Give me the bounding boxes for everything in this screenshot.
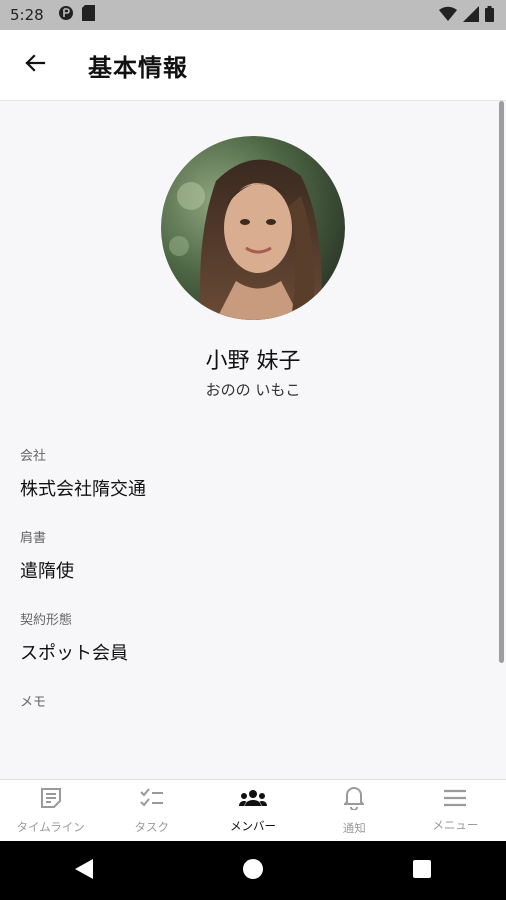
avatar: [161, 136, 345, 320]
checklist-icon: [140, 787, 164, 813]
group-icon: [239, 788, 267, 812]
triangle-back-icon: [74, 858, 94, 884]
cellular-signal-icon: [463, 6, 479, 26]
contract-type-label: 契約形態: [20, 613, 73, 628]
arrow-left-icon: [23, 51, 47, 79]
app-notification-icon: [58, 5, 74, 25]
member-name: 小野 妹子: [205, 349, 301, 374]
company-value: 株式会社隋交通: [20, 479, 146, 500]
status-time: 5:28: [10, 6, 44, 24]
nav-item-timeline[interactable]: タイムライン: [0, 780, 101, 842]
nav-label-notifications: 通知: [342, 821, 366, 835]
company-label: 会社: [20, 449, 47, 464]
title-label: 肩書: [20, 531, 47, 546]
system-back-button[interactable]: [64, 851, 104, 891]
nav-item-members[interactable]: メンバー: [202, 780, 303, 842]
status-bar: 5:28: [0, 0, 506, 30]
system-nav-bar: [0, 841, 506, 900]
nav-label-menu: メニュー: [432, 818, 479, 832]
scrollbar[interactable]: [499, 101, 504, 663]
contract-type-value: スポット会員: [20, 643, 128, 664]
member-name-kana: おのの いもこ: [205, 381, 301, 399]
system-home-button[interactable]: [233, 851, 273, 891]
nav-item-notifications[interactable]: 通知: [304, 780, 405, 842]
sd-card-icon: [81, 5, 95, 25]
circle-home-icon: [242, 858, 264, 884]
app-bar: 基本情報: [0, 30, 506, 101]
title-value: 遣隋使: [20, 561, 74, 582]
square-recents-icon: [412, 859, 432, 883]
nav-item-tasks[interactable]: タスク: [101, 780, 202, 842]
page-title: 基本情報: [88, 53, 188, 82]
nav-label-timeline: タイムライン: [16, 820, 85, 834]
menu-icon: [443, 789, 467, 811]
nav-label-tasks: タスク: [134, 820, 170, 834]
battery-icon: [485, 6, 494, 26]
wifi-icon: [439, 6, 457, 26]
profile-content[interactable]: 小野 妹子 おのの いもこ 会社 株式会社隋交通 肩書 遣隋使 契約形態 スポッ…: [0, 101, 506, 779]
nav-label-members: メンバー: [230, 819, 276, 833]
note-icon: [40, 787, 62, 813]
memo-label: メモ: [20, 695, 47, 710]
bottom-nav: タイムライン タスク メンバー 通知 メニュー: [0, 779, 506, 842]
bell-icon: [342, 786, 366, 814]
back-button[interactable]: [0, 30, 70, 100]
nav-item-menu[interactable]: メニュー: [405, 780, 506, 842]
system-recents-button[interactable]: [402, 851, 442, 891]
